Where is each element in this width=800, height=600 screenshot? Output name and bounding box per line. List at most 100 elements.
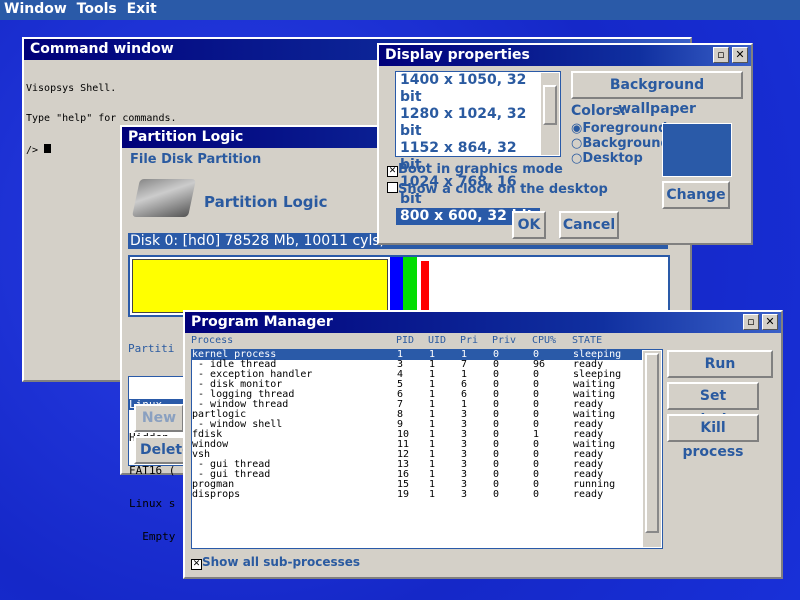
cancel-button[interactable]: Cancel — [559, 211, 619, 239]
process-cell: 96 — [533, 359, 546, 370]
app-name: Partition Logic — [204, 193, 328, 211]
disk-map[interactable] — [128, 255, 670, 317]
process-cell: 0 — [533, 469, 540, 480]
process-cell: 0 — [493, 469, 500, 480]
partition-segment[interactable] — [132, 259, 388, 313]
restore-button[interactable]: ▫ — [743, 314, 759, 330]
background-wallpaper-button[interactable]: Background wallpaper — [571, 71, 743, 117]
process-cell: 0 — [493, 449, 500, 460]
set-priority-button[interactable]: Set priority — [667, 382, 759, 428]
menu-partition[interactable]: Partition — [197, 152, 261, 167]
process-cell: 0 — [533, 409, 540, 420]
process-cell: 0 — [533, 389, 540, 400]
ok-button[interactable]: OK — [512, 211, 546, 239]
new-button[interactable]: New — [134, 404, 184, 432]
process-cell: 0 — [493, 479, 500, 490]
column-header[interactable]: STATE — [572, 336, 643, 346]
process-cell: 0 — [493, 399, 500, 410]
process-cell: 0 — [533, 419, 540, 430]
column-header[interactable]: Process — [191, 336, 396, 346]
process-cell: 0 — [493, 409, 500, 420]
column-header[interactable]: UID — [428, 336, 460, 346]
column-header[interactable]: PID — [396, 336, 428, 346]
process-cell: 0 — [493, 459, 500, 470]
partition-item[interactable]: FAT16 ( — [129, 465, 187, 476]
resolution-option[interactable]: 1400 x 1050, 32 bit — [396, 72, 540, 106]
color-option-radio[interactable]: ○Desktop — [571, 151, 670, 166]
resolution-option[interactable]: 1280 x 1024, 32 bit — [396, 106, 540, 140]
process-cell: 0 — [493, 359, 500, 370]
program-manager-window: Program Manager ▫ ✕ Process PID UID Pri Priv… — [183, 310, 783, 579]
resolution-list[interactable]: 1400 x 1050, 32 bit 1280 x 1024, 32 bit 11… — [395, 71, 561, 225]
checkbox-checked: ✕ — [191, 559, 202, 570]
program-manager-title[interactable]: Program Manager ▫ ✕ — [185, 312, 781, 333]
restore-button[interactable]: ▫ — [713, 47, 729, 63]
process-cell: 0 — [493, 349, 500, 360]
process-cell: 0 — [493, 379, 500, 390]
colors-label: Colors: — [571, 103, 627, 119]
resolution-scrollbar[interactable] — [541, 73, 559, 155]
partition-item[interactable]: Empty — [129, 531, 187, 542]
color-option-radio[interactable]: ○Background — [571, 136, 670, 151]
checkbox-unchecked — [387, 182, 398, 193]
process-row[interactable]: disprops 19 1 3 0 0 ready — [192, 490, 642, 500]
process-cell: 0 — [533, 379, 540, 390]
process-cell: 0 — [533, 449, 540, 460]
color-swatch — [662, 123, 732, 177]
radio-icon: ○ — [571, 136, 583, 151]
process-cell: 3 — [461, 489, 468, 500]
process-cell: 0 — [533, 369, 540, 380]
process-cell: 0 — [493, 429, 500, 440]
process-cell: 0 — [533, 489, 540, 500]
process-cell: 0 — [493, 389, 500, 400]
process-cell: 1 — [533, 429, 540, 440]
process-cell: 0 — [493, 439, 500, 450]
kill-process-button[interactable]: Kill process — [667, 414, 759, 460]
process-cell: 0 — [493, 489, 500, 500]
display-properties-title[interactable]: Display properties ▫ ✕ — [379, 45, 751, 66]
process-cell: 0 — [533, 399, 540, 410]
menu-window[interactable]: Window — [4, 1, 67, 17]
process-cell: 0 — [533, 479, 540, 490]
partition-segment[interactable] — [421, 261, 429, 311]
partition-segment[interactable] — [390, 257, 403, 315]
hard-drive-icon — [131, 179, 197, 217]
column-header[interactable]: Priv — [492, 336, 532, 346]
close-button[interactable]: ✕ — [762, 314, 778, 330]
radio-icon: ○ — [571, 151, 583, 166]
process-cell: 0 — [493, 369, 500, 380]
process-cell: 0 — [533, 439, 540, 450]
process-cell: 0 — [533, 459, 540, 470]
change-button[interactable]: Change — [662, 181, 730, 209]
menu-tools[interactable]: Tools — [77, 1, 117, 17]
show-sub-processes-checkbox[interactable]: ✕ Show all sub-processes — [191, 555, 360, 570]
shell-prompt: /> — [26, 145, 45, 156]
partition-segment[interactable] — [403, 257, 417, 315]
process-cell: window — [192, 439, 229, 450]
process-list[interactable]: Process PID UID Pri Priv CPU% STATE kernel pro… — [191, 336, 663, 550]
menu-file[interactable]: File — [130, 152, 157, 167]
cursor — [44, 144, 52, 153]
process-cell: 0 — [493, 419, 500, 430]
process-cell: ready — [573, 489, 604, 500]
partition-item[interactable]: Linux s — [129, 498, 187, 509]
run-program-button[interactable]: Run program — [667, 350, 773, 396]
color-option-radio[interactable]: ◉Foreground — [571, 121, 670, 136]
menu-disk[interactable]: Disk — [161, 152, 193, 167]
process-cell: 1 — [429, 489, 436, 500]
process-scrollbar[interactable] — [643, 351, 661, 547]
disk-info: Disk 0: [hd0] 78528 Mb, 10011 cyls, — [130, 233, 385, 249]
display-properties-window: Display properties ▫ ✕ 1400 x 1050, 32 b… — [377, 43, 753, 245]
process-cell: 19 — [397, 489, 410, 500]
checkbox-checked: ✕ — [387, 166, 398, 177]
close-button[interactable]: ✕ — [732, 47, 748, 63]
column-header[interactable]: CPU% — [532, 336, 572, 346]
process-cell: disprops — [192, 489, 241, 500]
menu-exit[interactable]: Exit — [127, 1, 157, 17]
menubar: Window Tools Exit — [0, 0, 800, 20]
process-cell: - window shell — [192, 419, 283, 430]
partitions-header: Partiti — [128, 342, 175, 355]
column-header[interactable]: Pri — [460, 336, 492, 346]
clock-checkbox[interactable]: Show a clock on the desktop — [387, 182, 608, 197]
radio-icon: ◉ — [571, 121, 583, 136]
